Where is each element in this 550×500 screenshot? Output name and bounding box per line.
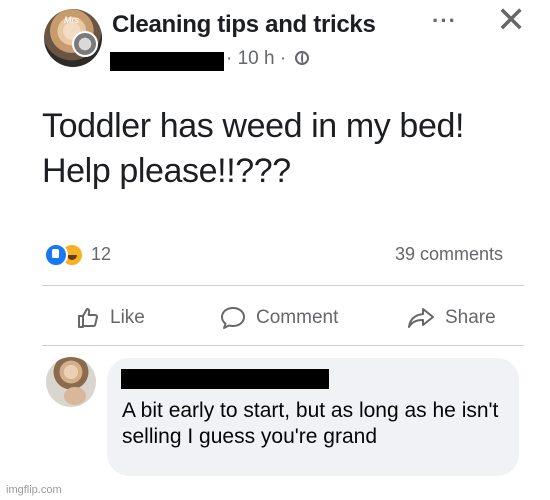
thumbs-up-icon <box>78 308 98 328</box>
comments-count[interactable]: 39 comments <box>395 244 503 265</box>
reactions-count[interactable]: 12 <box>91 244 111 265</box>
redacted-author-name <box>110 52 224 71</box>
share-icon <box>408 308 434 328</box>
timestamp-separator: · <box>226 48 233 69</box>
share-label: Share <box>445 307 496 328</box>
group-avatar[interactable]: Mrs <box>44 9 102 67</box>
globe-icon <box>295 51 310 65</box>
close-icon[interactable]: ✕ <box>496 2 526 38</box>
redacted-commenter-name <box>121 369 329 389</box>
group-name[interactable]: Cleaning tips and tricks <box>112 11 376 39</box>
timestamp-separator-2: · <box>279 48 287 69</box>
watermark: imgflip.com <box>6 484 62 496</box>
post-text-line-1: Toddler has weed in my bed! <box>42 107 465 145</box>
poster-avatar <box>72 31 98 57</box>
comment-text: A bit early to start, but as long as he … <box>122 399 499 448</box>
avatar-tag: Mrs <box>64 15 79 25</box>
commenter-avatar[interactable] <box>46 357 96 407</box>
more-icon[interactable]: ··· <box>432 8 457 34</box>
comment-icon <box>221 307 245 329</box>
share-button[interactable]: Share <box>407 303 496 333</box>
divider-bottom <box>42 345 524 346</box>
divider-top <box>42 285 524 286</box>
comment-label: Comment <box>256 307 339 328</box>
avatar-baby <box>64 387 86 405</box>
comment-button[interactable]: Comment <box>220 303 338 333</box>
post-timestamp[interactable]: · 10 h · <box>226 48 310 70</box>
like-label: Like <box>110 307 145 328</box>
timestamp-text: 10 h <box>237 48 275 69</box>
post-text-line-2: Help please!!??? <box>42 152 291 190</box>
like-button[interactable]: Like <box>76 303 145 333</box>
like-reaction-icon[interactable] <box>44 243 68 267</box>
